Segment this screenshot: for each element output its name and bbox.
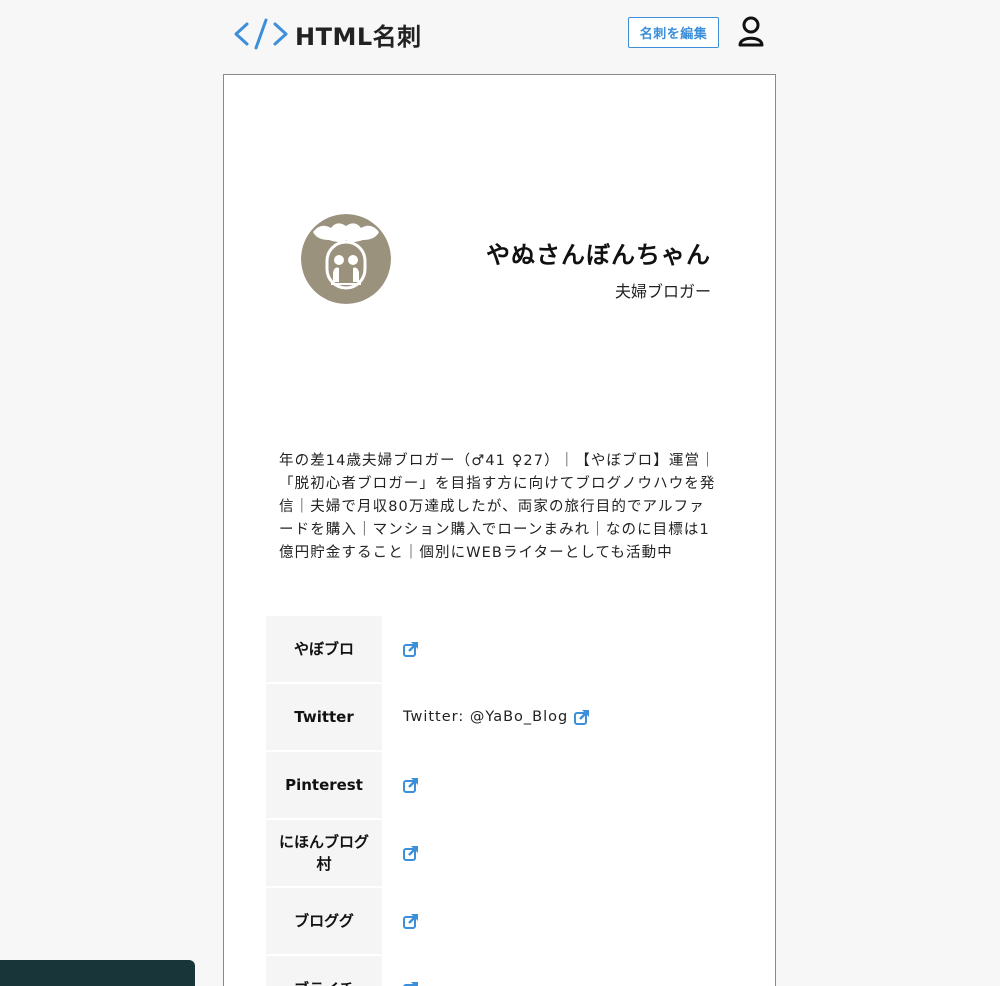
external-link-icon[interactable]: [403, 641, 419, 657]
external-link-icon[interactable]: [574, 709, 590, 725]
logo[interactable]: HTML名刺: [233, 14, 422, 54]
profile-card: やぬさんぼんちゃん 夫婦ブロガー 年の差14歳夫婦ブロガー（♂41 ♀27）｜【…: [223, 74, 776, 986]
link-row: やぼブロ: [266, 616, 746, 682]
link-value-twitter[interactable]: Twitter: @YaBo_Blog: [382, 684, 746, 750]
logo-text: HTML名刺: [295, 22, 422, 51]
external-link-icon[interactable]: [403, 845, 419, 861]
external-link-icon[interactable]: [403, 981, 419, 986]
profile-role: 夫婦ブロガー: [614, 282, 711, 301]
link-row: Twitter Twitter: @YaBo_Blog: [266, 684, 746, 750]
link-value-pinterest[interactable]: [382, 752, 746, 818]
notification-toast[interactable]: [0, 960, 195, 986]
code-brackets-icon: [234, 18, 288, 50]
link-row: Pinterest: [266, 752, 746, 818]
link-label-buraichi: ブライチ: [266, 956, 382, 986]
external-link-icon[interactable]: [403, 777, 419, 793]
link-row: ブライチ: [266, 956, 746, 986]
link-label-yabobro: やぼブロ: [266, 616, 382, 682]
avatar: [301, 214, 391, 304]
link-value-yabobro[interactable]: [382, 616, 746, 682]
link-label-nihon-blog-mura: にほんブログ村: [266, 820, 382, 886]
edit-card-button[interactable]: 名刺を編集: [628, 17, 719, 48]
external-link-icon[interactable]: [403, 913, 419, 929]
user-icon[interactable]: [737, 16, 765, 48]
link-label-blogugu: ブロググ: [266, 888, 382, 954]
link-value-nihon-blog-mura[interactable]: [382, 820, 746, 886]
link-row: ブロググ: [266, 888, 746, 954]
profile-bio: 年の差14歳夫婦ブロガー（♂41 ♀27）｜【やぼブロ】運営｜「脱初心者ブロガー…: [279, 453, 716, 561]
link-value-blogugu[interactable]: [382, 888, 746, 954]
link-text[interactable]: Twitter: @YaBo_Blog: [403, 709, 568, 725]
link-list: やぼブロ Twitter Twitter: @YaBo_Blog Pintere…: [266, 616, 746, 986]
link-label-twitter: Twitter: [266, 684, 382, 750]
link-label-pinterest: Pinterest: [266, 752, 382, 818]
header: HTML名刺 名刺を編集: [0, 0, 1000, 70]
profile-name: やぬさんぼんちゃん: [486, 241, 711, 269]
link-value-buraichi[interactable]: [382, 956, 746, 986]
link-row: にほんブログ村: [266, 820, 746, 886]
